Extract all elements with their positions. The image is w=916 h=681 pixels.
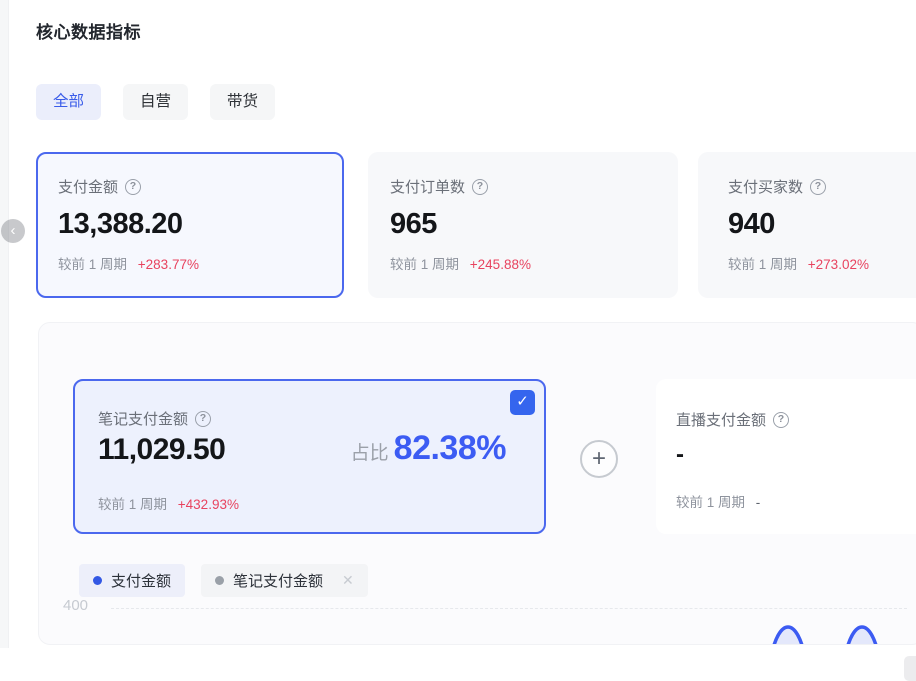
chevron-left-icon: ‹ — [11, 222, 16, 239]
metric-card-title-row: 支付买家数 ? — [728, 176, 916, 197]
metric-card-payment-orders[interactable]: 支付订单数 ? 965 较前 1 周期 +245.88% — [368, 152, 678, 298]
y-axis-tick: 400 — [63, 597, 88, 614]
metric-card-title-row: 支付金额 ? — [58, 176, 322, 197]
metric-value: 13,388.20 — [58, 208, 322, 241]
compare-label: 较前 1 周期 — [728, 257, 797, 272]
dashboard-page: 核心数据指标 全部 自营 带货 支付金额 ? 13,388.20 较前 1 周期… — [0, 0, 916, 681]
legend-dot-blue — [93, 576, 102, 585]
metric-compare-row: 较前 1 周期 +245.88% — [390, 253, 656, 273]
legend-label: 笔记支付金额 — [233, 570, 323, 591]
note-card-value-row: 11,029.50 占比 82.38% — [98, 429, 506, 468]
metric-compare-row: 较前 1 周期 +273.02% — [728, 253, 916, 273]
close-icon[interactable]: ✕ — [342, 572, 354, 589]
floating-corner-widget[interactable] — [904, 656, 916, 681]
note-card-title-row: 笔记支付金额 ? — [98, 408, 211, 429]
legend-chip-payment-amount[interactable]: 支付金额 — [79, 564, 185, 597]
plus-icon: + — [592, 445, 606, 472]
question-circle-icon[interactable]: ? — [773, 412, 789, 428]
live-card-compare-row: 较前 1 周期 - — [676, 491, 760, 511]
metric-card-payment-amount[interactable]: 支付金额 ? 13,388.20 较前 1 周期 +283.77% — [36, 152, 344, 298]
metric-title: 支付金额 — [58, 176, 118, 197]
line-chart-peaks — [727, 613, 907, 645]
tab-affiliate[interactable]: 带货 — [210, 84, 275, 120]
metric-title: 支付订单数 — [390, 176, 465, 197]
compare-label: 较前 1 周期 — [390, 257, 459, 272]
metric-card-title-row: 支付订单数 ? — [390, 176, 656, 197]
compare-label: 较前 1 周期 — [98, 497, 167, 512]
metric-scope-tabs: 全部 自营 带货 — [36, 84, 275, 120]
metric-value: 940 — [728, 208, 916, 241]
carousel-prev-button[interactable]: ‹ — [1, 219, 25, 243]
note-card-compare-row: 较前 1 周期 +432.93% — [98, 493, 239, 513]
question-circle-icon[interactable]: ? — [125, 179, 141, 195]
metric-title: 支付买家数 — [728, 176, 803, 197]
legend-label: 支付金额 — [111, 570, 171, 591]
left-gutter — [0, 0, 9, 648]
metric-card-payment-buyers[interactable]: 支付买家数 ? 940 较前 1 周期 +273.02% — [698, 152, 916, 298]
compare-label: 较前 1 周期 — [58, 257, 127, 272]
checkbox-checked-icon[interactable]: ✓ — [510, 390, 535, 415]
note-card-title: 笔记支付金额 — [98, 408, 188, 429]
tab-self-operated[interactable]: 自营 — [123, 84, 188, 120]
change-value: +432.93% — [178, 497, 239, 512]
question-circle-icon[interactable]: ? — [472, 179, 488, 195]
live-card-title: 直播支付金额 — [676, 409, 766, 430]
live-card-title-row: 直播支付金额 ? — [676, 409, 789, 430]
share-value: 82.38% — [394, 429, 506, 468]
note-payment-card[interactable]: ✓ 笔记支付金额 ? 11,029.50 占比 82.38% 较前 1 周期 +… — [73, 379, 546, 534]
question-circle-icon[interactable]: ? — [810, 179, 826, 195]
add-metric-button[interactable]: + — [580, 440, 618, 478]
breakdown-chart-panel: ✓ 笔记支付金额 ? 11,029.50 占比 82.38% 较前 1 周期 +… — [38, 322, 916, 645]
dashed-gridline — [111, 608, 907, 609]
metric-value: 965 — [390, 208, 656, 241]
live-card-value: - — [676, 441, 684, 469]
note-card-value: 11,029.50 — [98, 433, 225, 467]
share-label: 占比 — [351, 438, 389, 465]
change-value: - — [756, 495, 761, 510]
page-title: 核心数据指标 — [36, 18, 141, 43]
compare-label: 较前 1 周期 — [676, 495, 745, 510]
tab-all[interactable]: 全部 — [36, 84, 101, 120]
legend-dot-gray — [215, 576, 224, 585]
change-value: +283.77% — [138, 257, 199, 272]
chart-legend: 支付金额 笔记支付金额 ✕ — [79, 564, 368, 597]
live-payment-card[interactable]: 直播支付金额 ? - 较前 1 周期 - — [656, 379, 916, 534]
legend-chip-note-payment-amount[interactable]: 笔记支付金额 ✕ — [201, 564, 368, 597]
question-circle-icon[interactable]: ? — [195, 411, 211, 427]
change-value: +273.02% — [808, 257, 869, 272]
change-value: +245.88% — [470, 257, 531, 272]
metric-compare-row: 较前 1 周期 +283.77% — [58, 253, 322, 273]
